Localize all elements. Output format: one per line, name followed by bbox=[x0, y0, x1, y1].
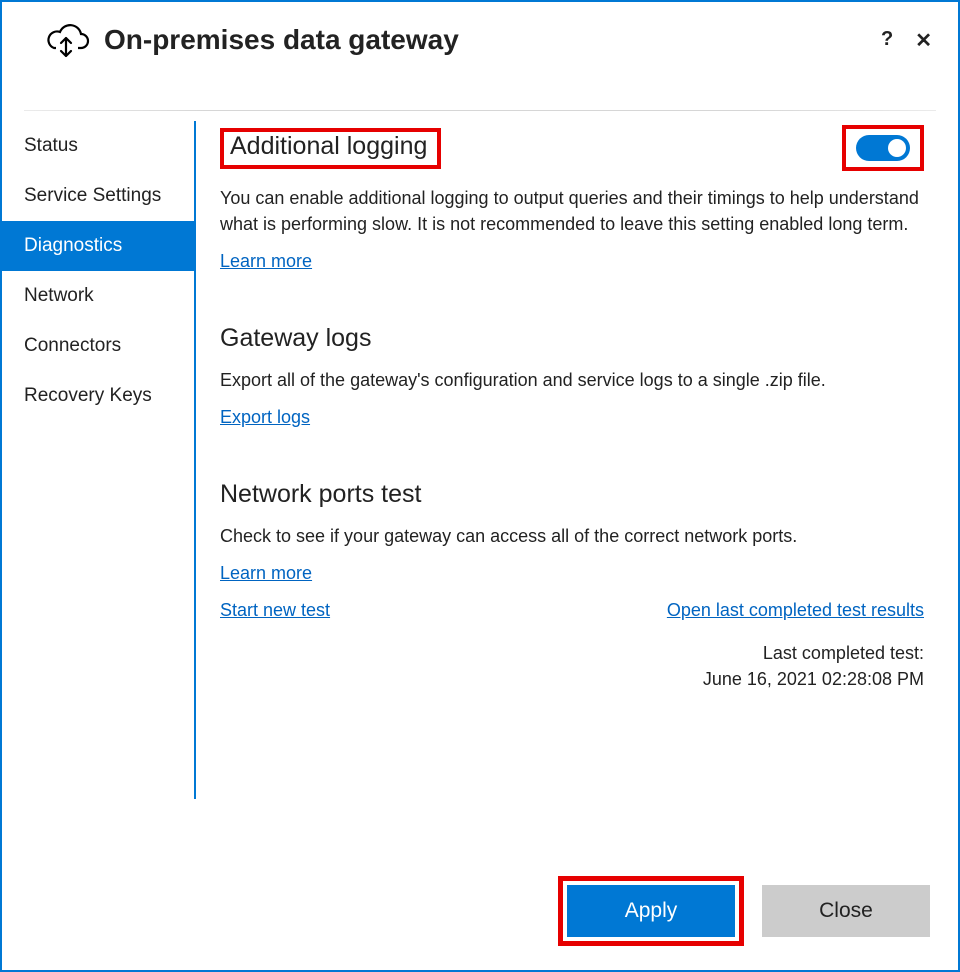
gateway-logs-description: Export all of the gateway's configuratio… bbox=[220, 367, 924, 393]
highlight-apply-button: Apply bbox=[558, 876, 744, 946]
network-ports-learn-more-link[interactable]: Learn more bbox=[220, 563, 312, 584]
sidebar-item-connectors[interactable]: Connectors bbox=[2, 321, 194, 371]
highlight-additional-logging-title: Additional logging bbox=[220, 128, 441, 169]
section-additional-logging: Additional logging You can enable additi… bbox=[220, 125, 924, 272]
last-completed-value: June 16, 2021 02:28:08 PM bbox=[220, 667, 924, 692]
open-last-results-link[interactable]: Open last completed test results bbox=[667, 600, 924, 621]
sidebar-item-status[interactable]: Status bbox=[2, 121, 194, 171]
apply-button[interactable]: Apply bbox=[567, 885, 735, 937]
start-new-test-link[interactable]: Start new test bbox=[220, 600, 330, 621]
sidebar: Status Service Settings Diagnostics Netw… bbox=[2, 111, 194, 799]
additional-logging-title: Additional logging bbox=[230, 132, 427, 160]
network-ports-title: Network ports test bbox=[220, 480, 924, 509]
last-completed-label: Last completed test: bbox=[220, 641, 924, 666]
sidebar-item-recovery-keys[interactable]: Recovery Keys bbox=[2, 371, 194, 421]
window-title: On-premises data gateway bbox=[104, 24, 459, 56]
sidebar-item-service-settings[interactable]: Service Settings bbox=[2, 171, 194, 221]
content-pane: Additional logging You can enable additi… bbox=[196, 111, 958, 799]
additional-logging-learn-more-link[interactable]: Learn more bbox=[220, 251, 312, 272]
close-icon[interactable]: ✕ bbox=[915, 28, 932, 53]
section-network-ports: Network ports test Check to see if your … bbox=[220, 480, 924, 691]
section-gateway-logs: Gateway logs Export all of the gateway's… bbox=[220, 324, 924, 428]
title-bar: On-premises data gateway ? ✕ bbox=[2, 2, 958, 68]
sidebar-item-diagnostics[interactable]: Diagnostics bbox=[2, 221, 194, 271]
header-divider bbox=[24, 110, 936, 111]
export-logs-link[interactable]: Export logs bbox=[220, 407, 310, 428]
sidebar-item-network[interactable]: Network bbox=[2, 271, 194, 321]
network-ports-description: Check to see if your gateway can access … bbox=[220, 523, 924, 549]
gateway-logs-title: Gateway logs bbox=[220, 324, 924, 353]
close-button[interactable]: Close bbox=[762, 885, 930, 937]
last-completed-test: Last completed test: June 16, 2021 02:28… bbox=[220, 641, 924, 691]
additional-logging-toggle[interactable] bbox=[856, 135, 910, 161]
additional-logging-description: You can enable additional logging to out… bbox=[220, 185, 924, 237]
footer-actions: Apply Close bbox=[558, 876, 930, 946]
highlight-additional-logging-toggle bbox=[842, 125, 924, 171]
cloud-gateway-icon bbox=[42, 20, 90, 60]
help-icon[interactable]: ? bbox=[881, 28, 893, 53]
